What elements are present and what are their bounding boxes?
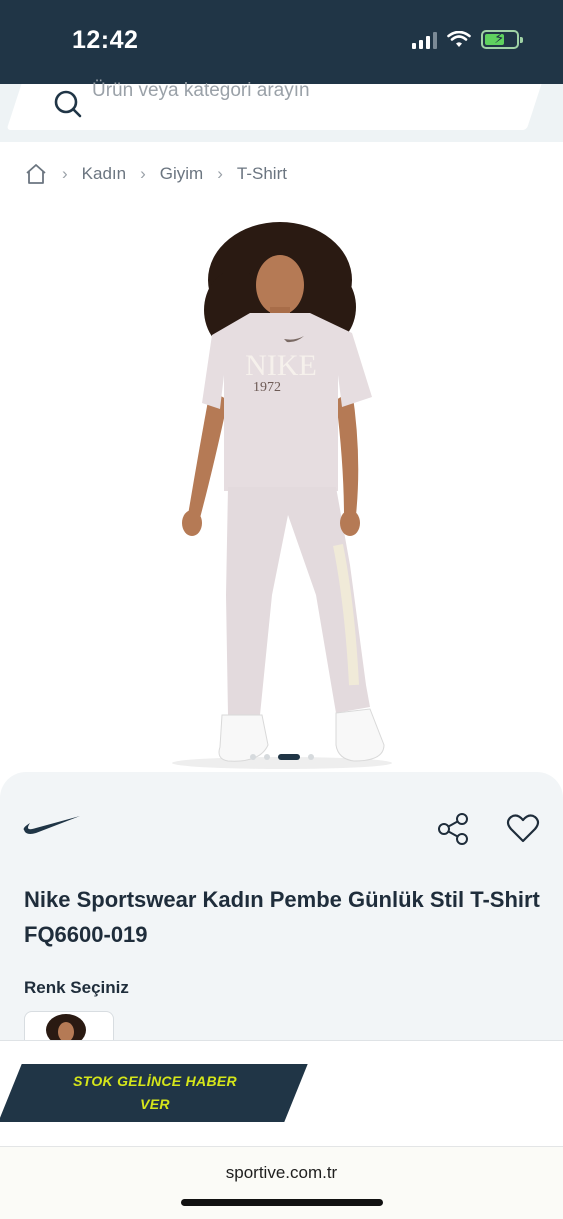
shirt-print-text: NIKE — [245, 349, 317, 382]
favorite-heart-icon[interactable] — [506, 814, 540, 844]
breadcrumb-item-kadin[interactable]: Kadın — [82, 164, 126, 184]
chevron-right-icon: › — [217, 164, 223, 183]
gallery-dot-active[interactable] — [277, 754, 300, 760]
breadcrumb-item-tshirt[interactable]: T-Shirt — [237, 164, 287, 184]
battery-icon: ⚡ — [481, 30, 523, 49]
gallery-dot[interactable] — [263, 754, 270, 760]
home-indicator[interactable] — [181, 1199, 383, 1206]
search-icon[interactable] — [54, 90, 82, 118]
cellular-signal-icon — [412, 31, 437, 49]
browser-url[interactable]: sportive.com.tr — [0, 1163, 563, 1183]
gallery-dot[interactable] — [249, 754, 256, 760]
status-bar: 12:42 ⚡ — [0, 0, 563, 84]
breadcrumb-item-giyim[interactable]: Giyim — [160, 164, 203, 184]
home-icon[interactable] — [24, 162, 48, 186]
wifi-icon — [447, 30, 471, 47]
product-image[interactable]: NIKE 1972 — [140, 215, 430, 770]
color-select-label: Renk Seçiniz — [24, 978, 129, 997]
gallery-dot[interactable] — [307, 754, 314, 760]
status-icons: ⚡ — [412, 30, 523, 49]
gallery-pagination[interactable] — [0, 754, 563, 760]
share-icon[interactable] — [436, 812, 470, 846]
search-placeholder[interactable]: Ürün veya kategori arayın — [92, 80, 310, 102]
status-time: 12:42 — [72, 26, 139, 54]
notify-button-label[interactable]: STOK GELİNCE HABER VER — [55, 1070, 255, 1116]
nike-logo[interactable] — [22, 812, 82, 836]
product-page: 12:42 ⚡ Ürün veya kategori arayın › Kadı… — [0, 0, 563, 1219]
product-title: Nike Sportswear Kadın Pembe Günlük Stil … — [24, 887, 540, 947]
chevron-right-icon: › — [140, 164, 146, 183]
chevron-right-icon: › — [62, 164, 68, 183]
shirt-print-year: 1972 — [253, 380, 281, 395]
breadcrumb: › Kadın › Giyim › T-Shirt — [24, 162, 287, 186]
